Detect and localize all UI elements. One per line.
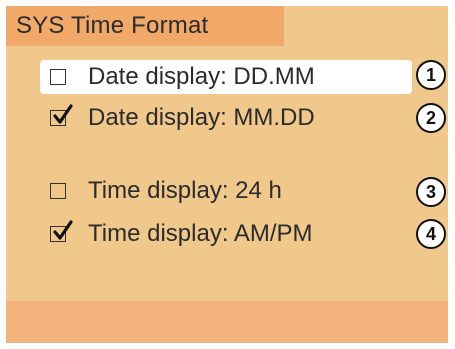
checkbox-time-ampm[interactable] [50,220,73,242]
checkbox-time-24h[interactable] [50,183,66,199]
checkmark-icon [53,104,73,124]
option-date-mmdd[interactable]: Date display: MM.DD [40,101,412,135]
option-time-24h[interactable]: Time display: 24 h [40,174,412,208]
callout-badge-2: 2 [416,103,446,133]
option-date-ddmm[interactable]: Date display: DD.MM [40,60,412,94]
footer-band [6,301,448,343]
title-bar: SYS Time Format [6,6,284,46]
callout-badge-4: 4 [416,219,446,249]
callout-badge-1: 1 [416,60,446,90]
callout-badge-3: 3 [416,177,446,207]
option-label-time-24h: Time display: 24 h [88,177,282,204]
option-time-ampm[interactable]: Time display: AM/PM [40,217,412,251]
page-title: SYS Time Format [16,12,209,39]
checkbox-date-ddmm[interactable] [50,69,66,85]
option-label-date-ddmm: Date display: DD.MM [88,63,315,90]
option-label-date-mmdd: Date display: MM.DD [88,104,315,131]
checkbox-date-mmdd[interactable] [50,104,73,126]
option-label-time-ampm: Time display: AM/PM [88,220,313,247]
checkmark-icon [53,220,73,240]
